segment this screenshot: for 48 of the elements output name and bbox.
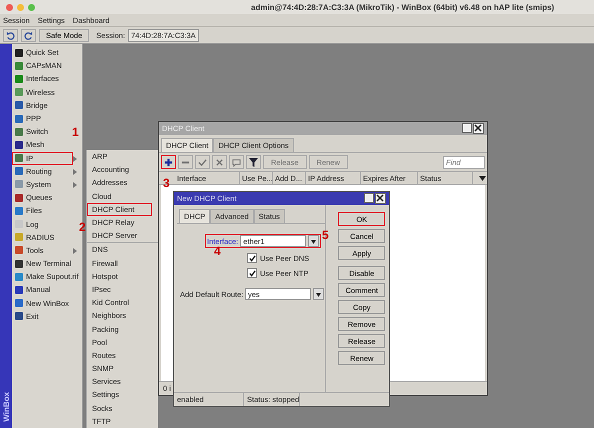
add-button[interactable]: [161, 155, 176, 169]
checkbox[interactable]: [247, 268, 257, 278]
check-icon: [198, 158, 207, 166]
tile-icon: [15, 62, 23, 70]
tile-icon: [15, 194, 23, 202]
maximize-icon[interactable]: [364, 193, 374, 203]
close-icon[interactable]: [375, 193, 386, 204]
tile-icon: [15, 101, 23, 110]
step-number: 4: [214, 245, 221, 257]
close-icon[interactable]: [473, 123, 484, 134]
undo-icon[interactable]: [3, 28, 18, 42]
tile-icon: [15, 154, 23, 162]
plus-icon: [164, 158, 173, 166]
filter-button[interactable]: [246, 155, 261, 169]
checkbox[interactable]: [247, 253, 257, 263]
step-number: 1: [72, 126, 79, 138]
tile-icon: [15, 260, 23, 268]
note-icon: [232, 158, 241, 166]
maximize-icon[interactable]: [462, 123, 472, 133]
tile-icon: [15, 48, 23, 57]
zoom-dot[interactable]: [28, 4, 35, 10]
tile-icon: [15, 128, 23, 136]
step-number: 5: [322, 229, 329, 241]
close-dot[interactable]: [6, 4, 13, 10]
dropdown-icon[interactable]: [308, 235, 320, 247]
tile-icon: [15, 167, 23, 176]
dropdown-icon[interactable]: [479, 176, 486, 180]
tile-icon: [15, 246, 23, 254]
step-number: 2: [79, 221, 86, 233]
tile-icon: [15, 140, 23, 149]
side-label: WinBox: [2, 392, 10, 422]
tile-icon: [15, 88, 23, 96]
tile-icon: [15, 74, 23, 83]
funnel-icon: [249, 158, 258, 166]
tile-icon: [15, 299, 23, 308]
tile-icon: [15, 233, 23, 242]
minimize-dot[interactable]: [17, 4, 24, 10]
tile-icon: [15, 312, 23, 320]
tile-icon: [15, 206, 23, 215]
tile-icon: [15, 272, 23, 281]
window-title: admin@74:4D:28:7A:C3:3A (MikroTik) - WinBox (64bit) v6.48 on hAP lite (smips): [251, 2, 554, 12]
tile-icon: [15, 114, 23, 123]
step-number: 3: [163, 177, 170, 189]
redo-icon[interactable]: [21, 28, 36, 42]
tile-icon: [15, 286, 23, 294]
dropdown-icon[interactable]: [313, 288, 324, 300]
x-icon: [215, 158, 224, 166]
tile-icon: [15, 180, 23, 188]
